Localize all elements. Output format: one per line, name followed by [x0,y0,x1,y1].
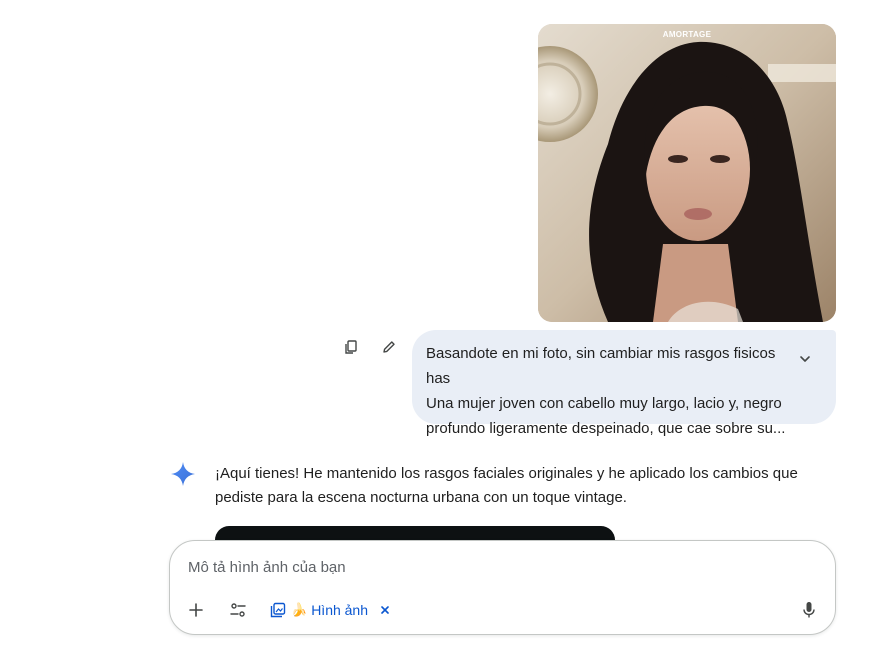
microphone-button[interactable] [799,600,819,620]
expand-message-button[interactable] [796,350,814,368]
chevron-down-icon [800,356,810,362]
close-icon [381,606,389,614]
chip-label: Hình ảnh [311,602,369,618]
edit-button[interactable] [380,338,398,356]
copy-button[interactable] [342,338,360,356]
plus-icon [189,603,203,617]
portrait-image [538,24,836,322]
user-message-bubble: Basandote en mi foto, sin cambiar mis ra… [412,330,836,437]
prompt-composer: 🍌 Hình ảnh [169,540,836,635]
remove-chip-button[interactable] [378,603,392,617]
assistant-message-text: ¡Aquí tienes! He mantenido los rasgos fa… [215,465,798,506]
add-button[interactable] [186,600,206,620]
message-actions [342,338,398,356]
prompt-input[interactable] [188,556,788,578]
user-message-text: Basandote en mi foto, sin cambiar mis ra… [426,345,786,437]
pencil-icon [383,341,395,353]
tools-button[interactable] [228,600,248,620]
assistant-avatar [170,461,196,487]
microphone-icon [803,602,815,618]
composer-toolbar: 🍌 Hình ảnh [186,600,392,620]
image-gallery-icon [270,602,286,618]
uploaded-photo[interactable]: AMORTAGE [538,24,836,322]
copy-icon [345,340,357,354]
photo-caption: AMORTAGE [662,30,712,39]
banana-emoji: 🍌 [291,602,308,617]
sparkle-icon [171,462,195,486]
sliders-icon [230,603,246,617]
image-mode-chip[interactable]: 🍌 Hình ảnh [270,602,392,618]
